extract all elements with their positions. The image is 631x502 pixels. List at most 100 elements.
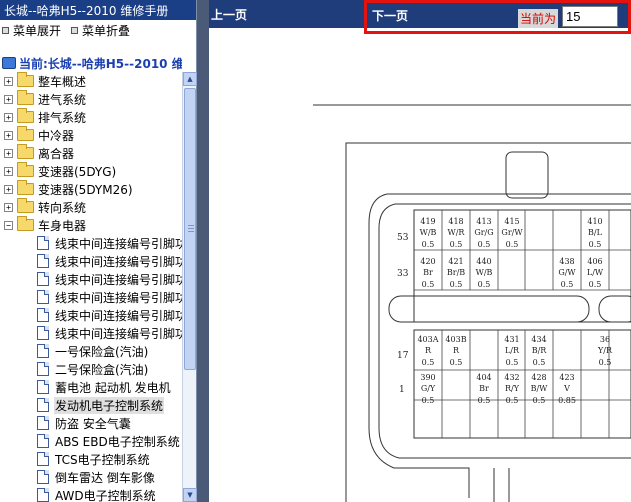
pin-wire: Br xyxy=(479,384,489,393)
tree-folder[interactable]: + 进气系统 xyxy=(0,90,182,108)
tree-doc-label[interactable]: 线束中间连接编号引脚功能 xyxy=(54,235,182,252)
tree-doc-label[interactable]: TCS电子控制系统 xyxy=(54,451,151,468)
tree-folder[interactable]: + 整车概述 xyxy=(0,72,182,90)
tree-doc[interactable]: 线束中间连接编号引脚功能 xyxy=(0,288,182,306)
next-page-link[interactable]: 下一页 xyxy=(372,7,408,24)
pin-wire: G/W xyxy=(558,268,576,277)
tree-doc[interactable]: 线束中间连接编号引脚功能 xyxy=(0,324,182,342)
tree-doc[interactable]: 线束中间连接编号引脚功能 xyxy=(0,234,182,252)
expander-icon[interactable]: + xyxy=(4,112,13,122)
folder-icon xyxy=(17,180,34,195)
pin-number: 428 xyxy=(531,373,546,382)
expander-icon[interactable]: + xyxy=(4,130,13,140)
tree-doc[interactable]: ABS EBD电子控制系统 xyxy=(0,432,182,450)
grip-line xyxy=(188,228,194,229)
tree-doc[interactable]: AWD电子控制系统 xyxy=(0,486,182,502)
tree-folder-label[interactable]: 离合器 xyxy=(37,145,75,162)
expander-icon[interactable]: + xyxy=(4,202,13,212)
tree-doc-label[interactable]: 倒车雷达 倒车影像 xyxy=(54,469,156,486)
tree-doc-label[interactable]: 防盗 安全气囊 xyxy=(54,415,132,432)
tree-folder-label[interactable]: 转向系统 xyxy=(37,199,87,216)
square-icon xyxy=(2,26,9,34)
expander-icon[interactable]: + xyxy=(4,184,13,194)
tree-doc-label[interactable]: 线束中间连接编号引脚功能 xyxy=(54,271,182,288)
scroll-up-button[interactable]: ▲ xyxy=(183,72,197,86)
expander-icon[interactable]: + xyxy=(4,94,13,104)
tree-doc-label[interactable]: 一号保险盒(汽油) xyxy=(54,343,149,360)
tree-folder-label[interactable]: 变速器(5DYG) xyxy=(37,163,117,180)
previous-page-link[interactable]: 上一页 xyxy=(211,6,247,23)
tree-doc[interactable]: 二号保险盒(汽油) xyxy=(0,360,182,378)
folder-icon xyxy=(17,144,34,159)
tree-doc[interactable]: 防盗 安全气囊 xyxy=(0,414,182,432)
tree-folder-label[interactable]: 变速器(5DYM26) xyxy=(37,181,134,198)
pin-size: 0.5 xyxy=(478,240,491,249)
menu-bar: 菜单展开 菜单折叠 xyxy=(0,20,196,40)
tree-folder-label[interactable]: 排气系统 xyxy=(37,109,87,126)
expander-icon[interactable]: + xyxy=(4,166,13,176)
tree-doc[interactable]: TCS电子控制系统 xyxy=(0,450,182,468)
pin-size: 0.5 xyxy=(422,280,435,289)
tree-doc[interactable]: 线束中间连接编号引脚功能 xyxy=(0,252,182,270)
pin-number: 419 xyxy=(420,217,435,226)
document-icon xyxy=(37,236,49,250)
pin-wire: L/R xyxy=(505,346,520,355)
pin-wire: Y/R xyxy=(597,346,613,355)
tree-folder-label[interactable]: 车身电器 xyxy=(37,217,87,234)
tree-folder[interactable]: + 变速器(5DYM26) xyxy=(0,180,182,198)
tree-folder[interactable]: + 转向系统 xyxy=(0,198,182,216)
tree-folder[interactable]: + 排气系统 xyxy=(0,108,182,126)
expander-icon[interactable]: + xyxy=(4,148,13,158)
current-page-input[interactable] xyxy=(562,6,618,27)
row-number: 17 xyxy=(397,351,409,361)
tree-doc-label[interactable]: 二号保险盒(汽油) xyxy=(54,361,149,378)
tree-doc-selected[interactable]: 发动机电子控制系统 xyxy=(0,396,182,414)
tree-doc-label[interactable]: 蓄电池 起动机 发电机 xyxy=(54,379,172,396)
pin-wire: V xyxy=(563,384,570,393)
collapse-menu-label: 菜单折叠 xyxy=(82,23,131,38)
vertical-scrollbar[interactable]: ▲ ▼ xyxy=(182,72,197,502)
tree-folder[interactable]: + 离合器 xyxy=(0,144,182,162)
tree-doc[interactable]: 倒车雷达 倒车影像 xyxy=(0,468,182,486)
folder-icon xyxy=(17,126,34,141)
pin-number: 413 xyxy=(476,217,491,226)
tree-doc[interactable]: 一号保险盒(汽油) xyxy=(0,342,182,360)
pin-size: 0.5 xyxy=(422,396,435,405)
tree-folder-label[interactable]: 进气系统 xyxy=(37,91,87,108)
scroll-thumb[interactable] xyxy=(184,88,196,370)
expand-menu-button[interactable]: 菜单展开 xyxy=(2,22,61,39)
document-icon xyxy=(37,434,49,448)
tree-doc-label[interactable]: ABS EBD电子控制系统 xyxy=(54,433,181,450)
keying-slot xyxy=(598,295,631,323)
tree-doc[interactable]: 线束中间连接编号引脚功能 xyxy=(0,270,182,288)
expander-icon[interactable]: + xyxy=(4,76,13,86)
collapse-menu-button[interactable]: 菜单折叠 xyxy=(71,22,130,39)
tree-folder[interactable]: + 中冷器 xyxy=(0,126,182,144)
pin-wire: Br/B xyxy=(447,268,465,277)
tree-doc-label[interactable]: 线束中间连接编号引脚功能 xyxy=(54,289,182,306)
tree-folder[interactable]: + 变速器(5DYG) xyxy=(0,162,182,180)
tree-doc[interactable]: 线束中间连接编号引脚功能 xyxy=(0,306,182,324)
pin-wire: G/Y xyxy=(421,384,436,393)
pin-size: 0.5 xyxy=(478,396,491,405)
connector-diagram: 53 33 17 1 419 W/B 0.5 418 W/R 0.5 413 G… xyxy=(313,104,631,502)
tree-doc-label[interactable]: 线束中间连接编号引脚功能 xyxy=(54,307,182,324)
collapser-icon[interactable]: − xyxy=(4,220,13,230)
scroll-down-button[interactable]: ▼ xyxy=(183,488,197,502)
tree-doc-label[interactable]: 线束中间连接编号引脚功能 xyxy=(54,325,182,342)
panel-splitter[interactable] xyxy=(197,0,209,502)
tree-doc-label[interactable]: 线束中间连接编号引脚功能 xyxy=(54,253,182,270)
document-icon xyxy=(37,290,49,304)
current-page-label: 当前为 xyxy=(518,9,559,28)
tree-doc-label[interactable]: 发动机电子控制系统 xyxy=(54,396,165,414)
tree-folder-open[interactable]: − 车身电器 xyxy=(0,216,182,234)
pin-number: 432 xyxy=(504,373,519,382)
pin-size: 0.5 xyxy=(478,280,491,289)
tree-doc[interactable]: 蓄电池 起动机 发电机 xyxy=(0,378,182,396)
tree-root[interactable]: 当前:长城--哈弗H5--2010 维修手册 xyxy=(0,54,182,72)
tree-doc-label[interactable]: AWD电子控制系统 xyxy=(54,487,157,502)
tree-folder-label[interactable]: 整车概述 xyxy=(37,73,87,90)
pin-size: 0.5 xyxy=(533,396,546,405)
tree-folder-label[interactable]: 中冷器 xyxy=(37,127,75,144)
pin-number: 390 xyxy=(420,373,435,382)
